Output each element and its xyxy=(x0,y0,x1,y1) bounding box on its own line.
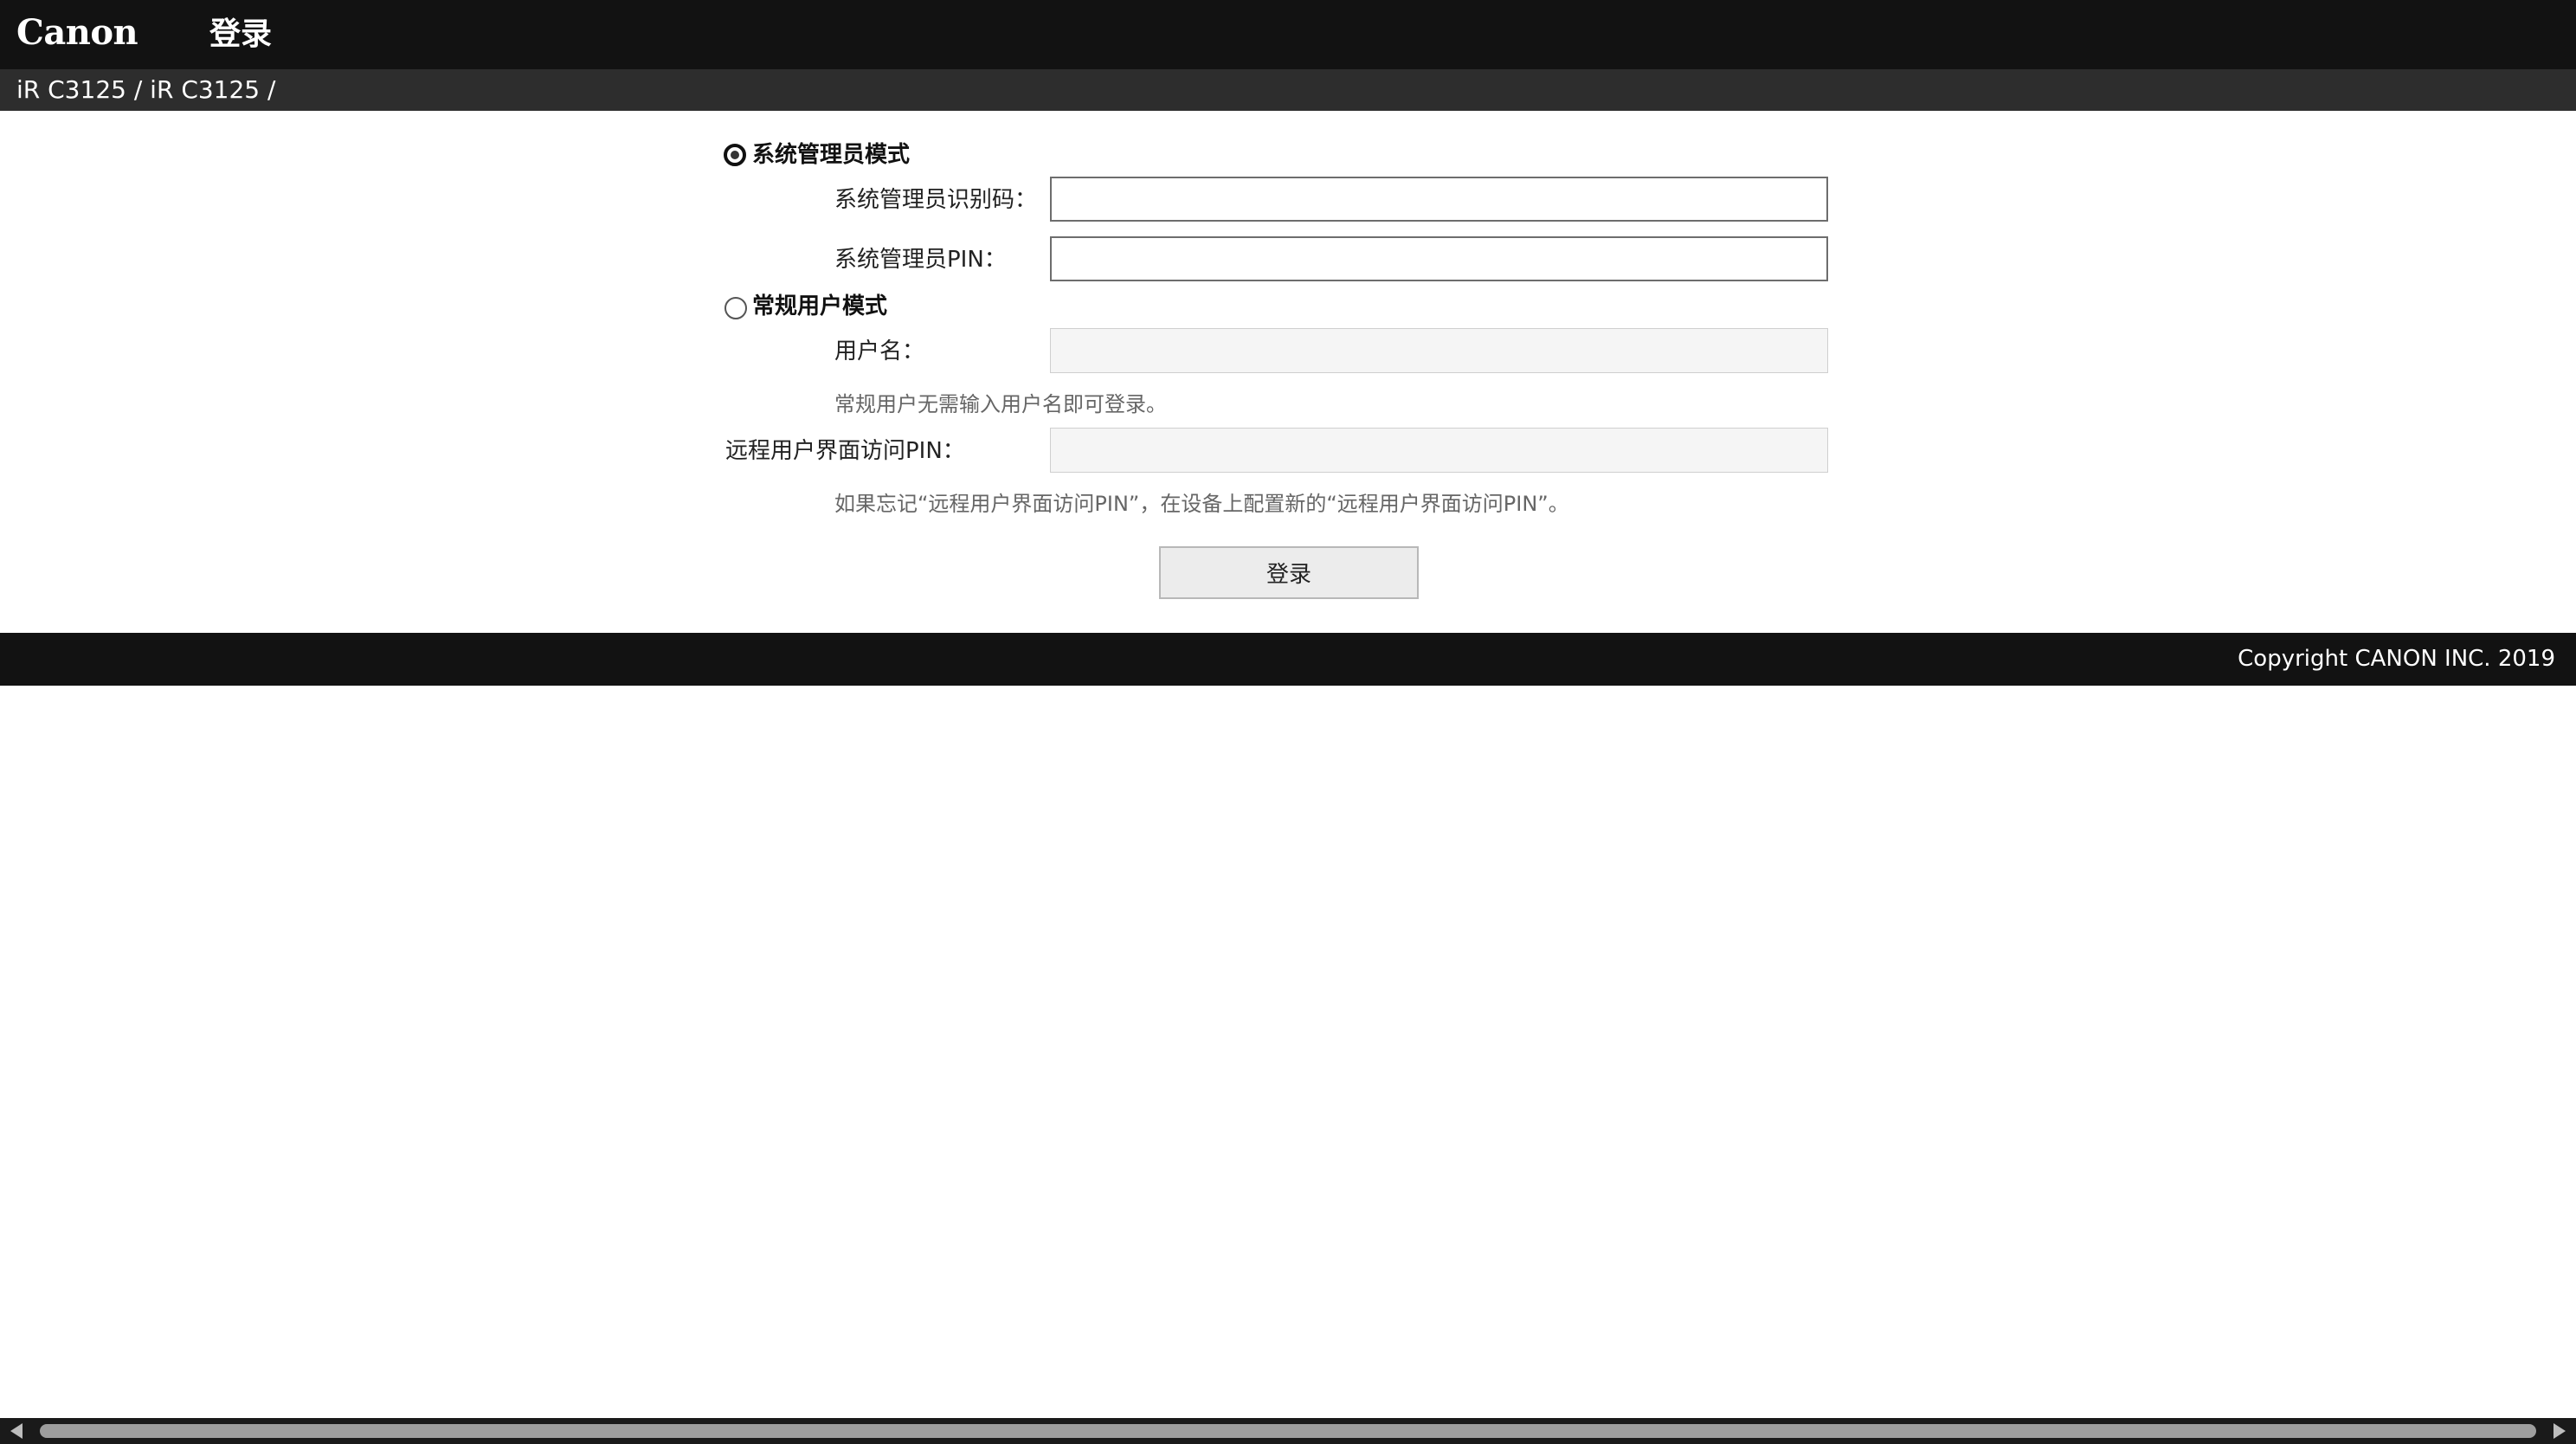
login-button[interactable]: 登录 xyxy=(1159,546,1419,599)
remote-ui-pin-input[interactable] xyxy=(1050,428,1828,473)
username-label: 用户名： xyxy=(834,338,925,364)
footer-bar: Copyright CANON INC. 2019 xyxy=(0,633,2576,686)
top-bar: Canon 登录 xyxy=(0,0,2576,69)
page-title: 登录 xyxy=(209,16,273,52)
scroll-left-arrow-icon[interactable] xyxy=(10,1423,23,1439)
admin-id-label: 系统管理员识别码： xyxy=(834,187,1038,213)
admin-mode-radio[interactable] xyxy=(724,144,746,166)
admin-mode-label[interactable]: 系统管理员模式 xyxy=(752,141,910,169)
general-mode-hint: 常规用户无需输入用户名即可登录。 xyxy=(834,392,1167,416)
admin-id-input[interactable] xyxy=(1050,177,1828,222)
breadcrumb: iR C3125 / iR C3125 / xyxy=(16,75,276,104)
remote-ui-pin-hint: 如果忘记“远程用户界面访问PIN”，在设备上配置新的“远程用户界面访问PIN”。 xyxy=(834,492,1569,516)
remote-ui-pin-label: 远程用户界面访问PIN： xyxy=(725,438,965,464)
general-mode-radio[interactable] xyxy=(724,297,747,319)
horizontal-scrollbar[interactable] xyxy=(0,1418,2576,1444)
scroll-thumb[interactable] xyxy=(40,1424,2536,1438)
copyright-text: Copyright CANON INC. 2019 xyxy=(2238,646,2555,672)
scroll-right-arrow-icon[interactable] xyxy=(2553,1423,2566,1439)
username-input[interactable] xyxy=(1050,328,1828,373)
admin-pin-input[interactable] xyxy=(1050,236,1828,281)
breadcrumb-bar: iR C3125 / iR C3125 / xyxy=(0,69,2576,111)
canon-logo: Canon xyxy=(16,12,138,53)
general-mode-label[interactable]: 常规用户模式 xyxy=(752,293,887,320)
admin-pin-label: 系统管理员PIN： xyxy=(834,247,1007,273)
